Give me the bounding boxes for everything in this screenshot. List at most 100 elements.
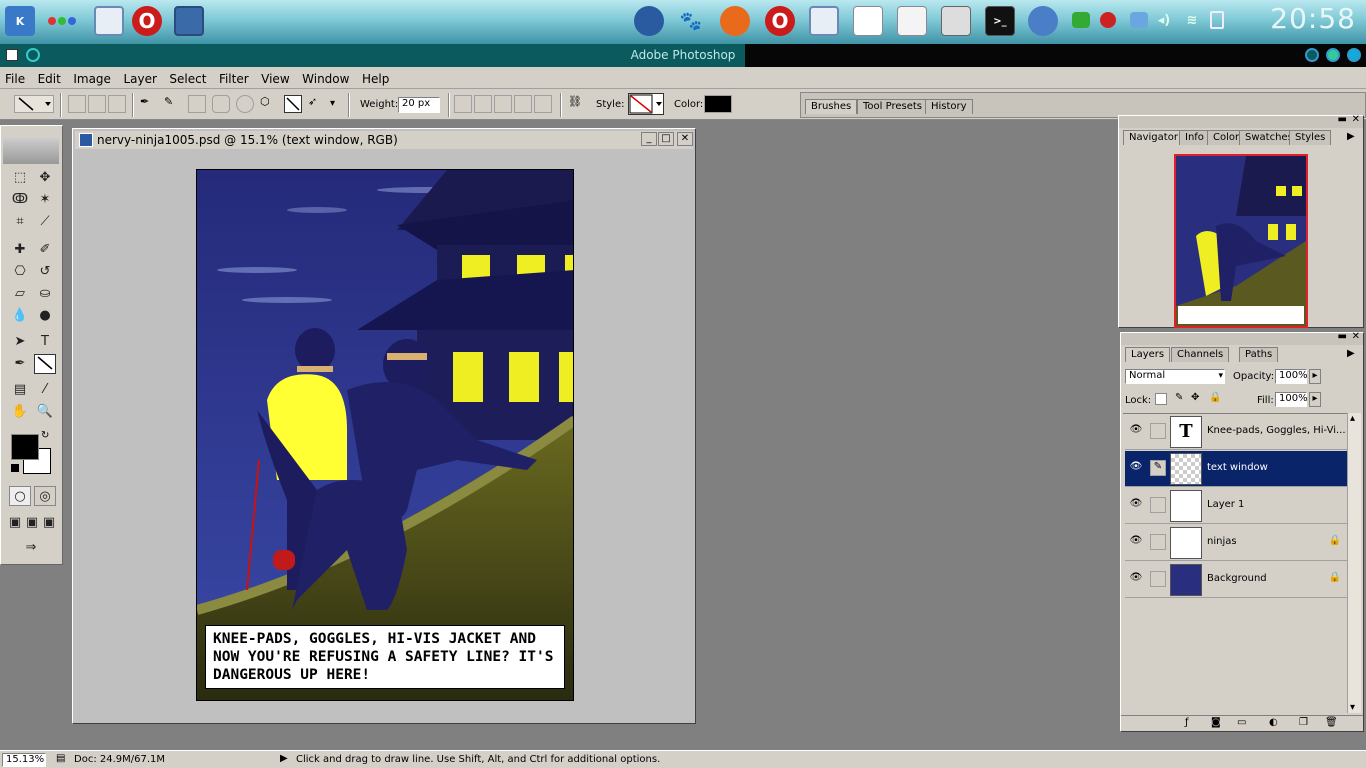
full-screen-mode-icon[interactable]: ▣	[40, 513, 58, 533]
terminal-icon[interactable]: >_	[985, 6, 1015, 36]
battery-icon[interactable]	[1210, 11, 1224, 29]
blur-tool-icon[interactable]: 💧	[9, 306, 31, 326]
minimize-icon[interactable]	[1305, 48, 1319, 62]
menu-file[interactable]: File	[0, 67, 29, 86]
adjustment-layer-icon[interactable]: ◐	[1269, 717, 1278, 728]
link-icon[interactable]: ⛓	[568, 95, 586, 113]
shape-dropdown-icon[interactable]: ▾	[330, 98, 335, 109]
clone-stamp-tool-icon[interactable]: ⎔	[9, 262, 31, 282]
visibility-eye-icon[interactable]: 👁	[1129, 535, 1143, 549]
lock-position-icon[interactable]: ✥	[1191, 392, 1199, 403]
panel-close-icon[interactable]: ✕	[1352, 331, 1360, 342]
layer-mask-icon[interactable]: ◙	[1211, 717, 1221, 728]
new-shape-area-icon[interactable]	[454, 95, 472, 113]
healing-brush-tool-icon[interactable]: ✚	[9, 240, 31, 260]
fill-pixels-icon[interactable]	[108, 95, 126, 113]
tab-styles[interactable]: Styles	[1289, 130, 1332, 145]
default-colors-icon[interactable]	[11, 464, 19, 472]
tab-history[interactable]: History	[925, 99, 973, 114]
standard-screen-mode-icon[interactable]: ▣	[6, 513, 24, 533]
scroll-down-icon[interactable]: ▾	[1350, 702, 1355, 713]
zoom-tool-icon[interactable]: 🔍	[34, 402, 56, 422]
crop-tool-icon[interactable]: ⌗	[9, 212, 31, 232]
history-brush-tool-icon[interactable]: ↺	[34, 262, 56, 282]
line-icon[interactable]	[284, 95, 302, 113]
brush-edit-icon[interactable]: ✎	[1150, 460, 1166, 476]
jump-to-imageready-icon[interactable]: ⇒	[9, 538, 53, 558]
photoshop-feather-logo[interactable]	[3, 138, 59, 164]
dodge-tool-icon[interactable]: ●	[34, 306, 56, 326]
new-group-icon[interactable]: ▭	[1237, 717, 1246, 728]
panel-minimize-icon[interactable]: ▬	[1338, 114, 1347, 125]
menu-edit[interactable]: Edit	[33, 67, 65, 86]
lock-all-icon[interactable]: 🔒	[1209, 392, 1221, 403]
pen-icon[interactable]: ✒	[140, 95, 158, 113]
dots-icon[interactable]	[45, 6, 81, 36]
add-shape-area-icon[interactable]	[474, 95, 492, 113]
eraser-tool-icon[interactable]: ▱	[9, 284, 31, 304]
shape-layers-icon[interactable]	[68, 95, 86, 113]
subtract-shape-area-icon[interactable]	[494, 95, 512, 113]
firefox-icon[interactable]	[720, 6, 750, 36]
paint-bucket-tool-icon[interactable]: ⛀	[34, 284, 56, 304]
chat-icon[interactable]	[1072, 12, 1090, 28]
lock-pixels-icon[interactable]: ✎	[1175, 392, 1183, 403]
tab-layers[interactable]: Layers	[1125, 347, 1171, 362]
foreground-color-swatch[interactable]	[11, 434, 39, 460]
panel-menu-icon[interactable]: ▶	[1347, 131, 1355, 142]
magic-wand-tool-icon[interactable]: ✶	[34, 190, 56, 210]
opera-tray-icon[interactable]	[1100, 12, 1116, 28]
tool-preset-picker[interactable]	[14, 95, 54, 113]
clock[interactable]: 20:58	[1270, 2, 1356, 35]
menu-view[interactable]: View	[256, 67, 293, 86]
document-maximize-icon[interactable]: □	[658, 132, 674, 146]
color-swatch[interactable]	[704, 95, 732, 113]
hand-tool-icon[interactable]: ✋	[9, 402, 31, 422]
exclude-shape-area-icon[interactable]	[534, 95, 552, 113]
zoom-field[interactable]: 15.13%	[2, 753, 46, 767]
layer-style-icon[interactable]: ƒ	[1185, 717, 1189, 728]
kde-menu-icon[interactable]: K	[5, 6, 35, 36]
visibility-eye-icon[interactable]: 👁	[1129, 498, 1143, 512]
document-close-icon[interactable]: ✕	[677, 132, 693, 146]
rectangle-icon[interactable]	[188, 95, 206, 113]
editor-icon[interactable]	[897, 6, 927, 36]
move-tool-icon[interactable]: ✥	[34, 168, 56, 188]
status-menu-icon[interactable]: ▶	[280, 753, 288, 764]
network-icon[interactable]	[1130, 12, 1148, 28]
freeform-pen-icon[interactable]: ✎	[164, 95, 182, 113]
custom-shape-icon[interactable]: ➶	[308, 95, 326, 113]
layer-row[interactable]: 👁 Layer 1	[1125, 488, 1347, 524]
quick-mask-mode-icon[interactable]: ◎	[34, 486, 56, 506]
volume-icon[interactable]: ◂)	[1154, 12, 1174, 28]
link-toggle[interactable]	[1150, 571, 1166, 587]
rounded-rectangle-icon[interactable]	[212, 95, 230, 113]
swap-colors-icon[interactable]: ↻	[41, 430, 49, 441]
browser-icon[interactable]	[1028, 6, 1058, 36]
menu-image[interactable]: Image	[68, 67, 115, 86]
brush-tool-icon[interactable]: ✐	[34, 240, 56, 260]
navigator-preview[interactable]	[1174, 154, 1308, 328]
tab-navigator[interactable]: Navigator	[1123, 130, 1184, 145]
full-screen-menu-mode-icon[interactable]: ▣	[23, 513, 41, 533]
close-icon[interactable]	[1347, 48, 1361, 62]
visibility-eye-icon[interactable]: 👁	[1129, 424, 1143, 438]
notes-tool-icon[interactable]: ▤	[9, 380, 31, 400]
opera-icon[interactable]: O	[765, 6, 795, 36]
layer-row[interactable]: 👁 T Knee-pads, Goggles, Hi-Vi...	[1125, 414, 1347, 450]
line-tool-icon[interactable]	[34, 354, 56, 374]
marquee-tool-icon[interactable]: ⬚	[9, 168, 31, 188]
delete-layer-icon[interactable]: 🗑	[1325, 717, 1338, 728]
menu-help[interactable]: Help	[357, 67, 393, 86]
tab-paths[interactable]: Paths	[1239, 347, 1279, 362]
layer-row[interactable]: 👁 ✎ text window	[1125, 451, 1347, 487]
blend-mode-select[interactable]: Normal ▾	[1125, 369, 1225, 384]
image-canvas[interactable]: KNEE-PADS, GOGGLES, HI-VIS JACKET AND NO…	[196, 169, 574, 701]
calculator-icon[interactable]	[941, 6, 971, 36]
style-picker[interactable]	[628, 93, 664, 115]
fill-slider-icon[interactable]: ▸	[1309, 392, 1321, 407]
tab-channels[interactable]: Channels	[1171, 347, 1230, 362]
file-manager-icon[interactable]	[809, 6, 839, 36]
eyedropper-tool-icon[interactable]: ⁄	[34, 380, 56, 400]
lasso-tool-icon[interactable]: ↂ	[9, 190, 31, 210]
